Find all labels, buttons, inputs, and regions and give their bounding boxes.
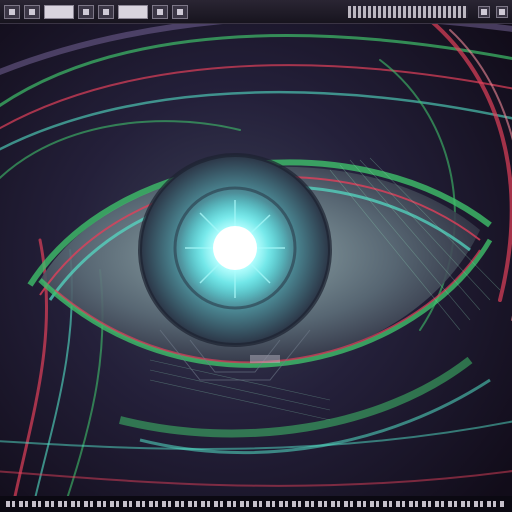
toolbar-icon[interactable] [478, 5, 490, 18]
toolbar-icon[interactable] [24, 4, 40, 19]
toolbar-icon[interactable] [98, 4, 114, 19]
eye-artwork [0, 0, 512, 512]
bottom-caption-strip [0, 496, 512, 512]
toolbar-icon[interactable] [172, 4, 188, 19]
toolbar-title-blur [348, 5, 468, 18]
toolbar-icon[interactable] [78, 4, 94, 19]
toolbar-icon[interactable] [496, 5, 508, 18]
top-toolbar [0, 0, 512, 24]
toolbar-icon[interactable] [4, 4, 20, 19]
caption-blur [6, 501, 506, 507]
pupil-core [213, 226, 257, 270]
toolbar-field[interactable] [118, 4, 148, 19]
toolbar-field[interactable] [44, 4, 74, 19]
toolbar-icon[interactable] [152, 4, 168, 19]
